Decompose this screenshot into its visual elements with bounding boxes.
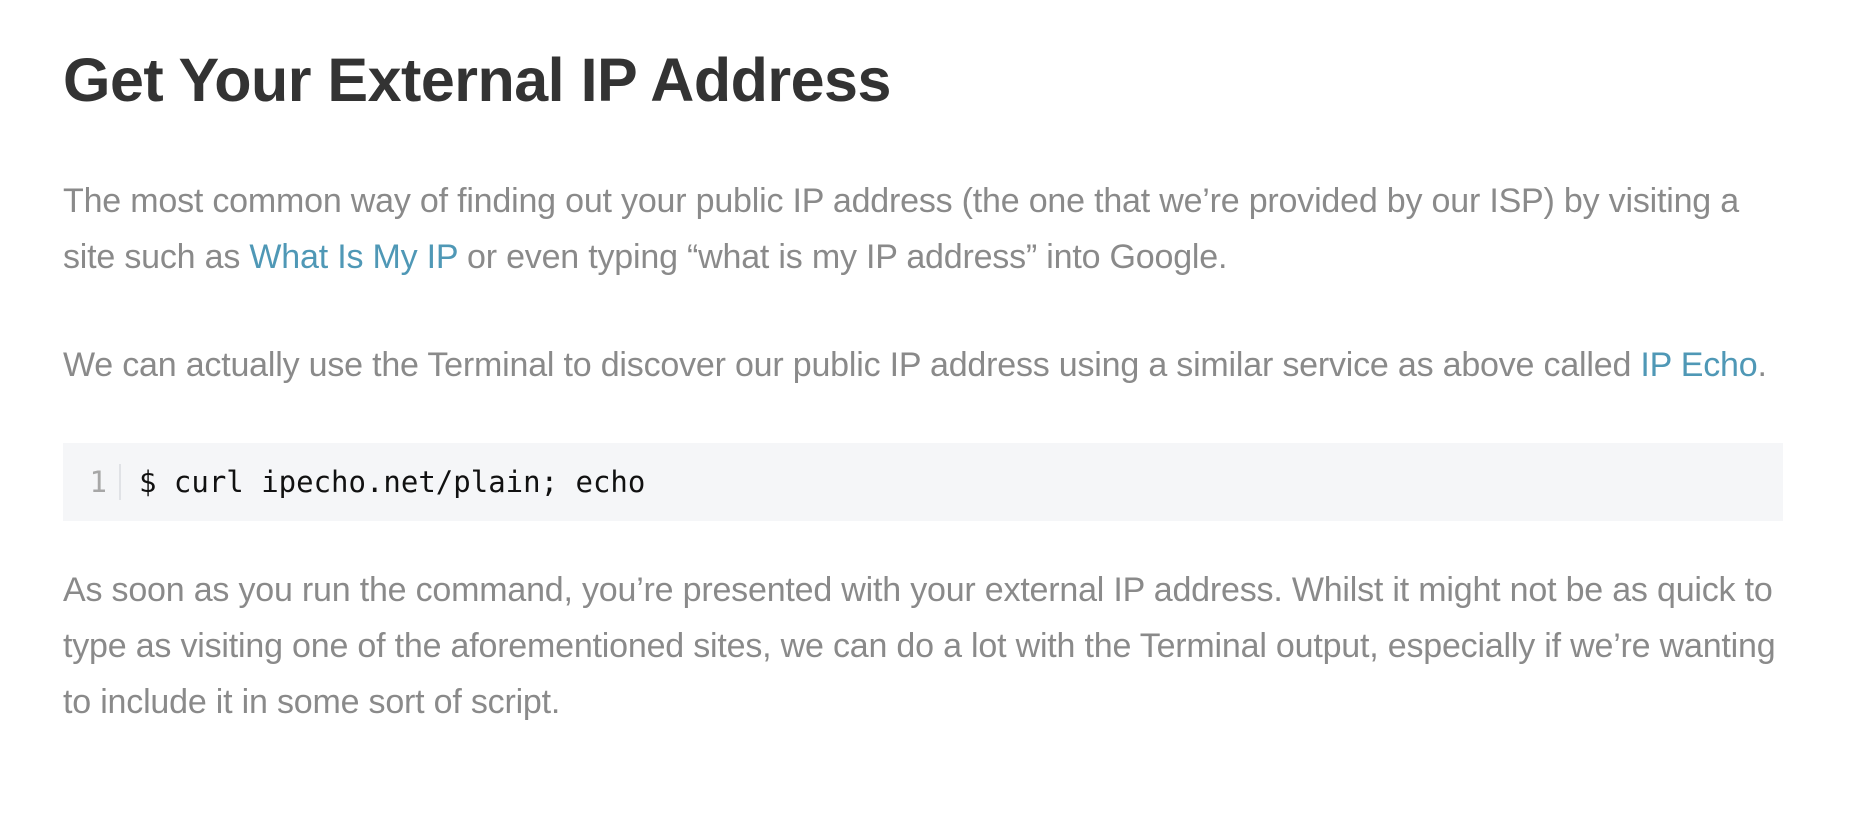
- code-line-number: 1: [63, 464, 121, 500]
- intro-text-after-link: or even typing “what is my IP address” i…: [457, 238, 1228, 276]
- ip-echo-link[interactable]: IP Echo: [1640, 346, 1757, 384]
- code-line-text[interactable]: $ curl ipecho.net/plain; echo: [121, 464, 645, 500]
- article: Get Your External IP Address The most co…: [63, 0, 1783, 730]
- result-paragraph: As soon as you run the command, you’re p…: [63, 571, 1776, 721]
- terminal-text-after-link: .: [1757, 346, 1767, 384]
- intro-paragraph: The most common way of finding out your …: [63, 173, 1783, 285]
- what-is-my-ip-link[interactable]: What Is My IP: [249, 238, 458, 276]
- code-block[interactable]: 1 $ curl ipecho.net/plain; echo: [63, 443, 1783, 521]
- terminal-paragraph: We can actually use the Terminal to disc…: [63, 337, 1783, 393]
- terminal-text-before-link: We can actually use the Terminal to disc…: [63, 346, 1641, 384]
- page-title: Get Your External IP Address: [63, 46, 891, 114]
